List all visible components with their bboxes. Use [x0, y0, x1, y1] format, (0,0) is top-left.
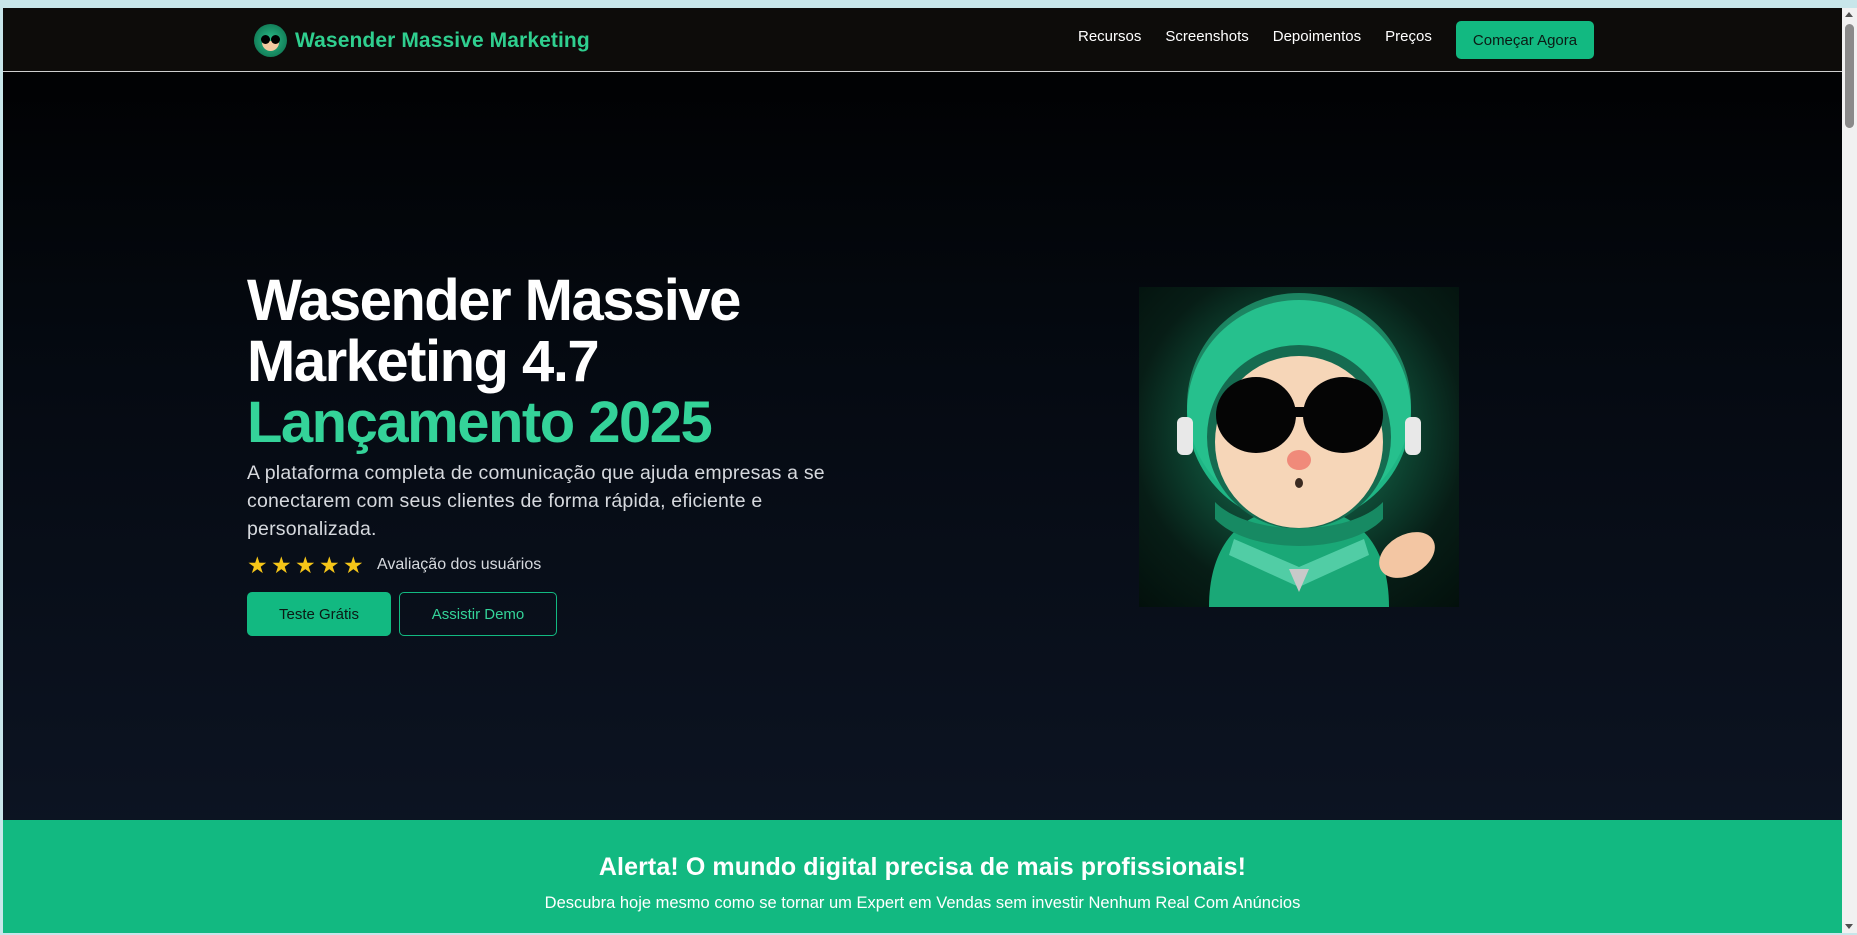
nav-link-depoimentos[interactable]: Depoimentos [1273, 26, 1361, 48]
star-icon: ★ [247, 552, 268, 578]
vertical-scrollbar[interactable] [1842, 8, 1857, 933]
nav-link-precos[interactable]: Preços [1385, 26, 1432, 48]
nav-link-recursos[interactable]: Recursos [1078, 26, 1141, 48]
star-icon: ★ [271, 552, 292, 578]
top-navbar: Wasender Massive Marketing Recursos Scre… [3, 8, 1842, 72]
brand[interactable]: Wasender Massive Marketing [254, 24, 590, 57]
alert-text: Descubra hoje mesmo como se tornar um Ex… [544, 894, 1301, 912]
user-rating: ★ ★ ★ ★ ★ Avaliação dos usuários [247, 553, 541, 577]
hero-title-line1: Wasender Massive [247, 268, 741, 333]
hero-subtitle: A plataforma completa de comunicação que… [247, 462, 825, 540]
alert-title: Alerta! O mundo digital precisa de mais … [598, 853, 1247, 881]
free-trial-button[interactable]: Teste Grátis [247, 592, 391, 636]
start-now-button[interactable]: Começar Agora [1456, 21, 1594, 59]
hero-title-accent: Lançamento 2025 [247, 390, 713, 455]
main-nav: Recursos Screenshots Depoimentos Preços [1078, 26, 1456, 48]
star-icon: ★ [343, 552, 364, 578]
scroll-down-icon[interactable] [1845, 924, 1853, 929]
scroll-up-icon[interactable] [1845, 12, 1853, 17]
rating-label: Avaliação dos usuários [377, 556, 542, 573]
mascot-logo-icon [254, 24, 287, 57]
astronaut-mascot-illustration [1139, 287, 1459, 607]
hero-title: Wasender Massive Marketing 4.7 Lançament… [247, 268, 741, 455]
watch-demo-button[interactable]: Assistir Demo [399, 592, 557, 636]
nav-link-screenshots[interactable]: Screenshots [1165, 26, 1248, 48]
scrollbar-thumb[interactable] [1845, 24, 1854, 128]
astronaut-mascot-svg [1177, 293, 1435, 607]
page: Wasender Massive Marketing Recursos Scre… [3, 8, 1842, 933]
hero-title-line2: Marketing 4.7 [247, 329, 600, 394]
star-icon: ★ [295, 552, 316, 578]
alert-banner: Alerta! O mundo digital precisa de mais … [3, 820, 1842, 933]
brand-name: Wasender Massive Marketing [295, 28, 590, 52]
star-icon: ★ [319, 552, 340, 578]
